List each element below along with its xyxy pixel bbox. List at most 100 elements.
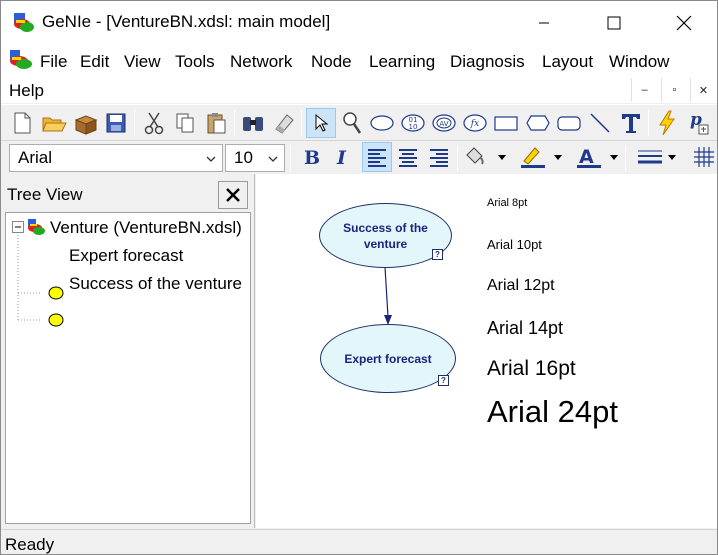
menu-file[interactable]: File [40,52,67,72]
maximize-button[interactable] [591,1,637,45]
submodel-tool-button[interactable] [554,108,584,138]
menu-diagnosis[interactable]: Diagnosis [450,52,525,72]
menu-window[interactable]: Window [609,52,669,72]
toolbar-separator [457,145,458,171]
text-label-arial-14pt[interactable]: Arial 14pt [487,318,563,339]
menu-view[interactable]: View [124,52,161,72]
deterministic-node-tool-button[interactable]: 01 10 [398,108,428,138]
node-status-badge: ? [432,249,443,260]
align-center-icon [399,149,417,167]
arc-line-icon [590,113,610,133]
grid-button[interactable] [689,142,718,172]
close-button[interactable] [661,1,707,45]
toolbar-separator [234,110,235,136]
italic-icon: I [336,147,347,168]
paste-button[interactable] [201,108,231,138]
select-tool-button[interactable] [306,108,336,138]
graph-canvas[interactable]: Success of the venture ? Expert forecast… [256,174,717,528]
align-right-icon [430,149,448,167]
align-right-button[interactable] [424,142,454,172]
menu-edit[interactable]: Edit [80,52,109,72]
ellipse-icon [370,115,394,131]
text-label-arial-16pt[interactable]: Arial 16pt [487,357,576,381]
noisy-max-tool-button[interactable]: AV [429,108,459,138]
update-button[interactable] [652,108,682,138]
tree-item-expert-forecast[interactable]: Expert forecast [69,246,183,266]
status-text: Ready [5,535,55,554]
arc-success-to-expert[interactable] [384,266,389,318]
tree-root-item[interactable]: Venture (VentureBN.xdsl) [50,218,242,238]
copy-button[interactable] [170,108,200,138]
save-button[interactable] [101,108,131,138]
mdi-restore-button[interactable]: ▫ [661,78,687,102]
node-success-of-the-venture[interactable]: Success of the venture ? [319,203,452,268]
toolbar-separator [625,145,626,171]
text-tool-button[interactable] [616,108,646,138]
align-center-button[interactable] [393,142,423,172]
line-style-button[interactable] [631,142,681,172]
copy-icon [176,113,194,133]
genie-window: GeNIe - [VentureBN.xdsl: main model] Fil… [0,0,718,555]
align-left-button[interactable] [362,142,392,172]
tree-view-close-button[interactable] [218,181,248,209]
svg-text:B: B [304,147,320,168]
eraser-button[interactable] [269,108,299,138]
find-button[interactable] [238,108,268,138]
paint-bucket-icon [466,147,506,165]
text-label-arial-10pt[interactable]: Arial 10pt [487,237,542,252]
menu-help[interactable]: Help [9,81,44,101]
standard-toolbar: 01 10 AV fx p [1,104,717,141]
line-color-button[interactable] [517,142,563,172]
decision-node-tool-button[interactable] [491,108,521,138]
svg-text:10: 10 [409,123,418,131]
cut-button[interactable] [139,108,169,138]
bold-button[interactable]: B [295,142,325,172]
document-icon[interactable] [9,49,33,71]
new-button[interactable] [7,108,37,138]
toolbar-separator [290,145,291,171]
mdi-minimize-button[interactable]: – [631,78,657,102]
open-button[interactable] [39,108,69,138]
scissors-icon [144,112,164,135]
node-label: Expert forecast [344,351,432,366]
equation-node-tool-button[interactable]: fx [460,108,490,138]
archive-button[interactable] [71,108,101,138]
font-size-select[interactable]: 10 [225,144,285,172]
title-bar: GeNIe - [VentureBN.xdsl: main model] [1,1,717,45]
node-expert-forecast[interactable]: Expert forecast ? [320,324,456,393]
arc-tool-button[interactable] [585,108,615,138]
utility-node-tool-button[interactable] [523,108,553,138]
probability-button[interactable]: p [683,108,713,138]
collapse-toggle[interactable] [12,221,24,233]
bold-icon: B [304,147,320,168]
menu-learning[interactable]: Learning [369,52,435,72]
tree-view-header: Tree View [1,178,253,210]
zoom-tool-button[interactable] [337,108,367,138]
menu-tools[interactable]: Tools [175,52,215,72]
font-family-select[interactable]: Arial [9,144,223,172]
rectangle-icon [494,116,518,131]
chance-node-tool-button[interactable] [367,108,397,138]
mdi-close-button[interactable]: ✕ [690,78,716,102]
tree-view-pane: Tree View Venture (VentureBN.xdsl) Exper… [1,174,255,528]
tree-view-title: Tree View [7,185,83,204]
menu-network[interactable]: Network [230,52,292,72]
line-style-icon [638,150,676,164]
network-icon [28,219,45,235]
binoculars-icon [243,117,263,131]
font-color-icon: A [577,146,618,168]
text-label-arial-12pt[interactable]: Arial 12pt [487,277,555,295]
menu-layout[interactable]: Layout [542,52,593,72]
toolbar-separator [301,110,302,136]
hexagon-icon [526,115,550,131]
text-label-arial-8pt[interactable]: Arial 8pt [487,197,527,209]
font-color-button[interactable]: A [573,142,619,172]
binary-node-icon: 0110 [401,114,425,132]
tree-item-success-of-the-venture[interactable]: Success of the venture [69,274,242,294]
menu-node[interactable]: Node [311,52,352,72]
minimize-button[interactable] [521,1,567,45]
text-T-icon [622,114,640,133]
italic-button[interactable]: I [326,142,356,172]
fill-color-button[interactable] [461,142,507,172]
text-label-arial-24pt[interactable]: Arial 24pt [487,394,618,430]
